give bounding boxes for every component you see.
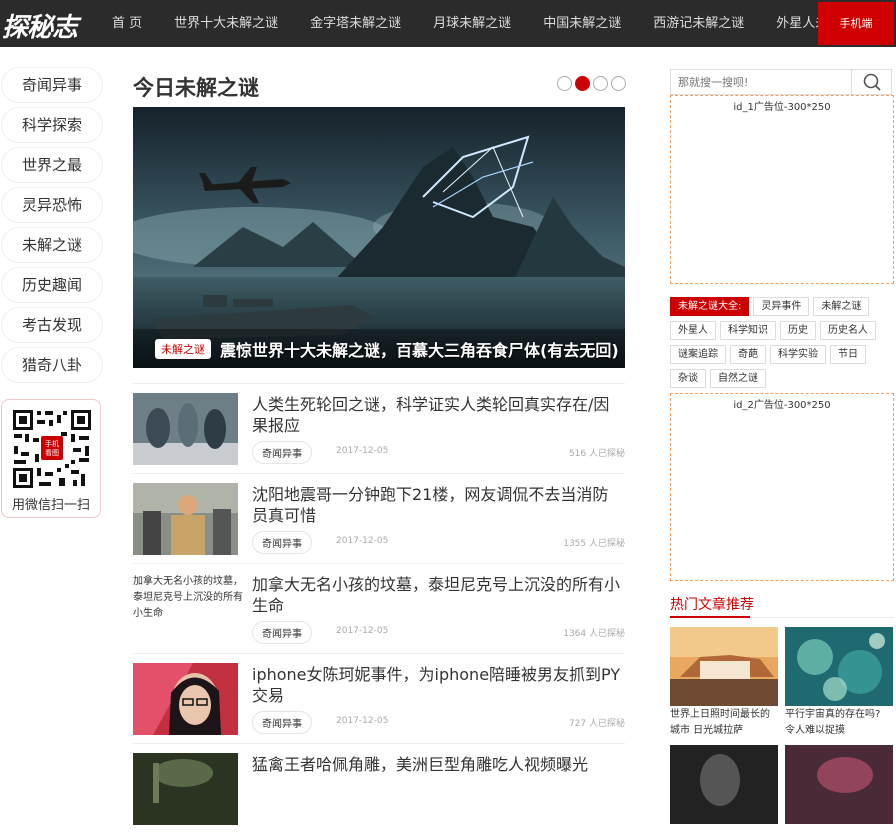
- tag-item[interactable]: 外星人: [670, 321, 716, 340]
- article-category-tag[interactable]: 奇闻异事: [252, 711, 312, 734]
- article-title[interactable]: 加拿大无名小孩的坟墓，泰坦尼克号上沉没的所有小生命: [252, 574, 624, 616]
- list-item: 加拿大无名小孩的坟墓，泰坦尼克号上沉没的所有小生命 加拿大无名小孩的坟墓，泰坦尼…: [133, 563, 625, 653]
- tag-item[interactable]: 科学知识: [720, 321, 776, 340]
- category-item[interactable]: 猎奇八卦: [1, 347, 103, 383]
- tag-cloud: 未解之谜大全: 灵异事件 未解之谜 外星人 科学知识 历史 历史名人 谜案追踪 …: [670, 297, 896, 388]
- hot-article-card[interactable]: [670, 745, 778, 824]
- ad-slot-1[interactable]: id_1广告位-300*250: [670, 95, 894, 284]
- svg-text:手机: 手机: [45, 439, 59, 448]
- nav-item-journey-west[interactable]: 西游记未解之谜: [637, 0, 760, 47]
- list-item: 人类生死轮回之谜，科学证实人类轮回真实存在/因果报应 奇闻异事 2017-12-…: [133, 383, 625, 473]
- tag-item[interactable]: 灵异事件: [753, 297, 810, 316]
- hero-carousel-slide[interactable]: 未解之谜 震惊世界十大未解之谜，百慕大三角吞食尸体(有去无回): [133, 107, 625, 368]
- tag-item[interactable]: 历史名人: [820, 321, 876, 340]
- category-menu: 奇闻异事 科学探索 世界之最 灵异恐怖 未解之谜 历史趣闻 考古发现 猎奇八卦: [1, 67, 103, 387]
- qr-label: 用微信扫一扫: [11, 498, 90, 513]
- mobile-version-button[interactable]: 手机端: [818, 2, 894, 45]
- tag-item[interactable]: 杂谈: [670, 369, 706, 388]
- ad-slot-2[interactable]: id_2广告位-300*250: [670, 393, 894, 581]
- hot-article-card[interactable]: 世界上日照时间最长的城市 日光城拉萨: [670, 627, 778, 739]
- search-button[interactable]: [851, 70, 891, 94]
- article-read-count: 516 人已探秘: [568, 449, 625, 459]
- list-item: iphone女陈珂妮事件，为iphone陪睡被男友抓到PY交易 奇闻异事 201…: [133, 653, 625, 743]
- search-box: [670, 69, 892, 95]
- nav-item-moon[interactable]: 月球未解之谜: [417, 0, 527, 47]
- search-input[interactable]: [671, 70, 851, 94]
- heading-underline: [670, 616, 750, 618]
- hot-article-image[interactable]: [670, 745, 778, 824]
- hot-article-image[interactable]: [670, 627, 778, 706]
- article-category-tag[interactable]: 奇闻异事: [252, 441, 312, 464]
- article-list: 人类生死轮回之谜，科学证实人类轮回真实存在/因果报应 奇闻异事 2017-12-…: [133, 383, 625, 833]
- article-title[interactable]: 沈阳地震哥一分钟跑下21楼，网友调侃不去当消防员真可惜: [252, 484, 624, 526]
- nav-item-pyramid[interactable]: 金字塔未解之谜: [294, 0, 417, 47]
- article-thumbnail-alt-text[interactable]: 加拿大无名小孩的坟墓，泰坦尼克号上沉没的所有小生命: [133, 574, 243, 622]
- list-item: 沈阳地震哥一分钟跑下21楼，网友调侃不去当消防员真可惜 奇闻异事 2017-12…: [133, 473, 625, 563]
- site-logo[interactable]: 探秘志: [2, 7, 78, 44]
- category-item[interactable]: 历史趣闻: [1, 267, 103, 303]
- hot-article-title[interactable]: 平行宇宙真的存在吗? 令人难以捉摸: [785, 707, 893, 739]
- list-item: 猛禽王者哈佩角雕，美洲巨型角雕吃人视频曝光: [133, 743, 625, 833]
- hot-article-card[interactable]: 平行宇宙真的存在吗? 令人难以捉摸: [785, 627, 893, 739]
- article-thumbnail[interactable]: [133, 393, 238, 465]
- carousel-dot[interactable]: [557, 76, 572, 91]
- wechat-qr-panel: 手机 看图 用微信扫一扫: [1, 399, 101, 518]
- carousel-dot[interactable]: [593, 76, 608, 91]
- carousel-dot-active[interactable]: [575, 76, 590, 91]
- category-item[interactable]: 科学探索: [1, 107, 103, 143]
- tag-item[interactable]: 未解之谜: [813, 297, 870, 316]
- hot-article-card[interactable]: [785, 745, 893, 824]
- article-category-tag[interactable]: 奇闻异事: [252, 531, 312, 554]
- category-item[interactable]: 考古发现: [1, 307, 103, 343]
- search-icon: [863, 73, 881, 91]
- article-read-count: 727 人已探秘: [568, 719, 625, 729]
- category-item[interactable]: 未解之谜: [1, 227, 103, 263]
- category-item[interactable]: 世界之最: [1, 147, 103, 183]
- hot-articles-heading: 热门文章推荐: [670, 597, 754, 613]
- tag-cloud-heading: 未解之谜大全:: [670, 297, 750, 316]
- tag-item[interactable]: 奇葩: [730, 345, 766, 364]
- tag-item[interactable]: 自然之谜: [710, 369, 766, 388]
- article-date: 2017-12-05: [336, 536, 389, 546]
- article-title[interactable]: 人类生死轮回之谜，科学证实人类轮回真实存在/因果报应: [252, 394, 624, 436]
- article-read-count: 1355 人已探秘: [563, 539, 625, 549]
- top-navigation-bar: 探秘志 首 页 世界十大未解之谜 金字塔未解之谜 月球未解之谜 中国未解之谜 西…: [0, 0, 896, 47]
- page-title: 今日未解之谜: [133, 76, 259, 100]
- tag-item[interactable]: 节日: [830, 345, 866, 364]
- article-date: 2017-12-05: [336, 446, 389, 456]
- article-thumbnail[interactable]: [133, 663, 238, 735]
- article-title[interactable]: 猛禽王者哈佩角雕，美洲巨型角雕吃人视频曝光: [252, 754, 624, 775]
- main-nav: 首 页 世界十大未解之谜 金字塔未解之谜 月球未解之谜 中国未解之谜 西游记未解…: [96, 0, 883, 47]
- nav-item-china[interactable]: 中国未解之谜: [527, 0, 637, 47]
- tag-item[interactable]: 谜案追踪: [670, 345, 726, 364]
- article-read-count: 1364 人已探秘: [563, 629, 625, 639]
- article-thumbnail[interactable]: [133, 483, 238, 555]
- article-thumbnail[interactable]: [133, 753, 238, 825]
- article-date: 2017-12-05: [336, 716, 389, 726]
- hero-caption[interactable]: 震惊世界十大未解之谜，百慕大三角吞食尸体(有去无回): [220, 337, 619, 361]
- hot-article-image[interactable]: [785, 627, 893, 706]
- svg-text:看图: 看图: [45, 449, 59, 457]
- nav-item-home[interactable]: 首 页: [96, 0, 158, 47]
- category-item[interactable]: 灵异恐怖: [1, 187, 103, 223]
- article-title[interactable]: iphone女陈珂妮事件，为iphone陪睡被男友抓到PY交易: [252, 664, 624, 706]
- nav-item-world-top10[interactable]: 世界十大未解之谜: [158, 0, 294, 47]
- carousel-indicators: [557, 76, 626, 91]
- tag-item[interactable]: 历史: [780, 321, 816, 340]
- tag-item[interactable]: 科学实验: [770, 345, 826, 364]
- article-category-tag[interactable]: 奇闻异事: [252, 621, 312, 644]
- hot-article-image[interactable]: [785, 745, 893, 824]
- article-date: 2017-12-05: [336, 626, 389, 636]
- hot-article-title[interactable]: 世界上日照时间最长的城市 日光城拉萨: [670, 707, 778, 739]
- category-item[interactable]: 奇闻异事: [1, 67, 103, 103]
- qr-code-icon: 手机 看图: [11, 408, 93, 490]
- hero-category-tag[interactable]: 未解之谜: [155, 339, 211, 359]
- hero-image: [133, 107, 625, 368]
- carousel-dot[interactable]: [611, 76, 626, 91]
